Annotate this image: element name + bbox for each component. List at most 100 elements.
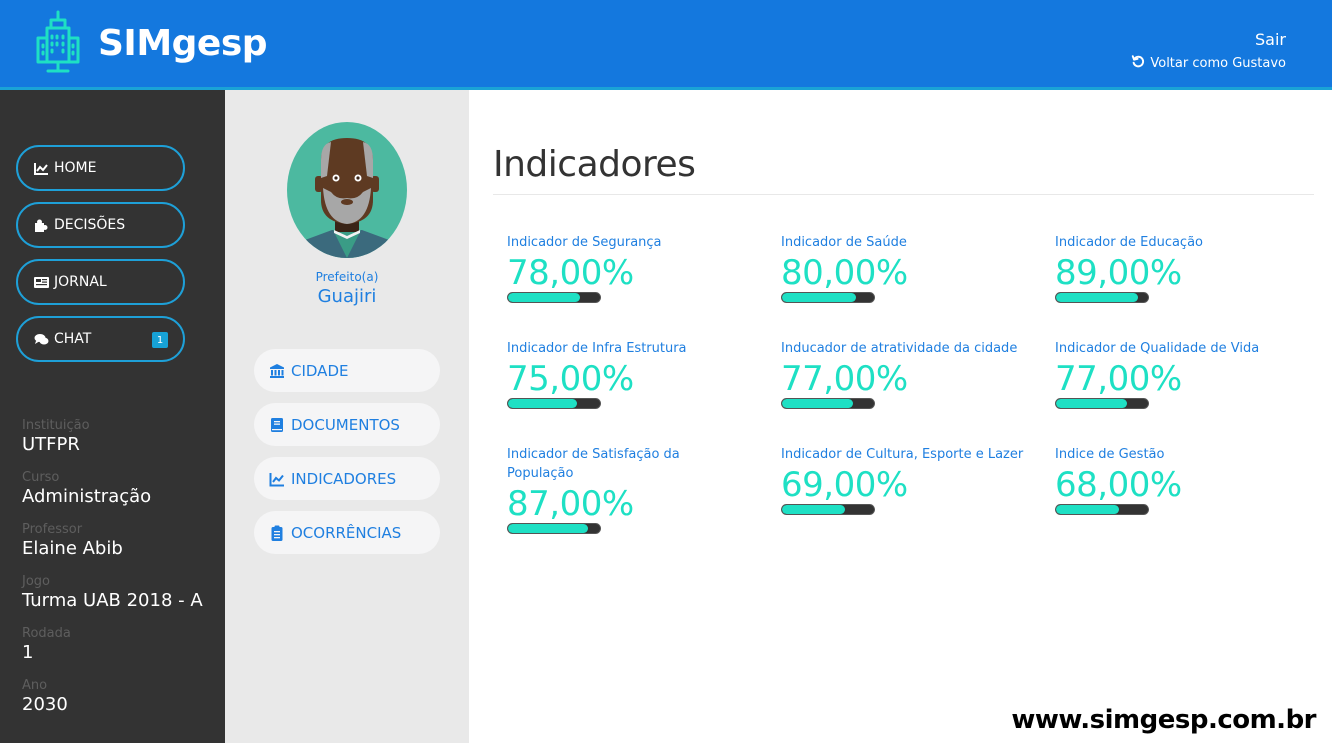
logout-link[interactable]: Sair	[1131, 30, 1286, 49]
line-chart-icon	[269, 471, 285, 487]
indicator-progress-bar	[781, 292, 875, 303]
newspaper-icon	[34, 276, 49, 289]
indicator-progress-fill	[1056, 505, 1119, 514]
return-as-user-label: Voltar como Gustavo	[1150, 55, 1286, 71]
indicator-progress-fill	[508, 524, 589, 533]
puzzle-icon	[34, 219, 49, 232]
indicator-label: Indicador de Infra Estrutura	[507, 341, 687, 356]
undo-icon	[1131, 54, 1145, 72]
info-institution: Instituição UTFPR	[22, 418, 90, 455]
return-as-user-link[interactable]: Voltar como Gustavo	[1131, 54, 1286, 72]
menu-cidade[interactable]: CIDADE	[254, 349, 440, 392]
nav-decisions-button[interactable]: DECISÕES	[16, 202, 185, 248]
info-game: Jogo Turma UAB 2018 - A	[22, 574, 203, 611]
menu-ocorrencias[interactable]: OCORRÊNCIAS	[254, 511, 440, 554]
indicator-progress-fill	[1056, 399, 1127, 408]
indicator-progress-fill	[1056, 293, 1138, 302]
indicator-value: 68,00%	[1055, 465, 1182, 505]
info-value: 1	[22, 642, 34, 663]
line-chart-icon	[34, 162, 49, 175]
profile-role: Prefeito(a)	[315, 270, 379, 284]
indicator-value: 77,00%	[1055, 359, 1182, 399]
info-professor: Professor Elaine Abib	[22, 522, 123, 559]
indicator-progress-bar	[781, 504, 875, 515]
site-watermark: www.simgesp.com.br	[1011, 705, 1316, 735]
indicator-progress-fill	[782, 399, 853, 408]
indicator-progress-bar	[1055, 292, 1149, 303]
city-monitor-icon	[34, 10, 82, 76]
info-label: Rodada	[22, 626, 71, 641]
indicator-card: Inducador de atratividade da cidade 77,00…	[781, 339, 1041, 409]
info-value: Turma UAB 2018 - A	[22, 590, 203, 611]
info-value: UTFPR	[22, 434, 80, 455]
top-header: SIMgesp Sair Voltar como Gustavo	[0, 0, 1332, 90]
indicator-card: Indicador de Infra Estrutura 75,00%	[507, 339, 767, 409]
indicator-value: 87,00%	[507, 484, 634, 524]
menu-indicadores[interactable]: INDICADORES	[254, 457, 440, 500]
info-value: Elaine Abib	[22, 538, 123, 559]
indicator-progress-bar	[507, 292, 601, 303]
indicator-progress-bar	[1055, 398, 1149, 409]
indicator-value: 75,00%	[507, 359, 634, 399]
header-actions: Sair Voltar como Gustavo	[1131, 30, 1286, 72]
indicator-progress-fill	[508, 399, 577, 408]
main-content: Indicadores Indicador de Segurança 78,00%…	[469, 90, 1332, 743]
indicator-card: Indicador de Qualidade de Vida 77,00%	[1055, 339, 1315, 409]
indicator-card: Indicador de Educação 89,00%	[1055, 233, 1315, 303]
nav-home-button[interactable]: HOME	[16, 145, 185, 191]
indicator-value: 80,00%	[781, 253, 908, 293]
info-label: Ano	[22, 678, 48, 693]
comments-icon	[34, 333, 49, 346]
info-label: Jogo	[22, 574, 50, 589]
indicator-card: Indicador de Cultura, Esporte e Lazer 69,…	[781, 445, 1041, 515]
indicator-label: Indicador de Saúde	[781, 235, 907, 250]
indicator-progress-fill	[782, 293, 856, 302]
info-label: Instituição	[22, 418, 90, 433]
indicator-label: Indicador de Cultura, Esporte e Lazer	[781, 447, 1024, 462]
info-value: Administração	[22, 486, 152, 507]
indicator-progress-fill	[508, 293, 580, 302]
menu-documentos-label: DOCUMENTOS	[291, 415, 400, 434]
menu-cidade-label: CIDADE	[291, 361, 349, 380]
nav-chat-label: CHAT	[54, 331, 92, 347]
indicator-progress-fill	[782, 505, 846, 514]
profile-name: Guajiri	[317, 286, 377, 307]
app-name: SIMgesp	[98, 22, 268, 64]
indicator-progress-bar	[781, 398, 875, 409]
clipboard-icon	[269, 525, 285, 541]
chat-unread-badge: 1	[152, 332, 168, 348]
indicator-progress-bar	[1055, 504, 1149, 515]
indicator-label: Indice de Gestão	[1055, 447, 1165, 462]
nav-journal-label: JORNAL	[54, 274, 107, 290]
indicator-progress-bar	[507, 398, 601, 409]
nav-chat-button[interactable]: CHAT 1	[16, 316, 185, 362]
info-year: Ano 2030	[22, 678, 68, 715]
nav-home-label: HOME	[54, 160, 97, 176]
nav-journal-button[interactable]: JORNAL	[16, 259, 185, 305]
indicator-value: 78,00%	[507, 253, 634, 293]
indicator-card: Indicador de Segurança 78,00%	[507, 233, 767, 303]
book-icon	[269, 417, 285, 433]
indicator-value: 77,00%	[781, 359, 908, 399]
indicator-card: Indice de Gestão 68,00%	[1055, 445, 1315, 515]
mayor-avatar	[287, 122, 407, 258]
info-course: Curso Administração	[22, 470, 151, 507]
page-title: Indicadores	[493, 144, 696, 185]
indicator-label: Indicador de Qualidade de Vida	[1055, 341, 1260, 356]
info-round: Rodada 1	[22, 626, 71, 663]
indicator-card: Indicador de Saúde 80,00%	[781, 233, 1041, 303]
info-label: Professor	[22, 522, 83, 537]
menu-ocorrencias-label: OCORRÊNCIAS	[291, 523, 402, 542]
indicator-value: 89,00%	[1055, 253, 1182, 293]
nav-decisions-label: DECISÕES	[54, 217, 126, 233]
indicator-label: Indicador de Satisfação da População	[507, 447, 680, 481]
info-value: 2030	[22, 694, 68, 715]
info-label: Curso	[22, 470, 60, 485]
profile-panel: Prefeito(a) Guajiri CIDADE DOCUMENTOS IN…	[225, 90, 469, 743]
indicator-label: Indicador de Segurança	[507, 235, 662, 250]
left-sidebar: HOME DECISÕES JORNAL CHAT 1 Instituição …	[0, 90, 225, 743]
indicator-label: Inducador de atratividade da cidade	[781, 341, 1018, 356]
app-logo[interactable]: SIMgesp	[34, 10, 268, 76]
menu-documentos[interactable]: DOCUMENTOS	[254, 403, 440, 446]
indicator-label: Indicador de Educação	[1055, 235, 1204, 250]
